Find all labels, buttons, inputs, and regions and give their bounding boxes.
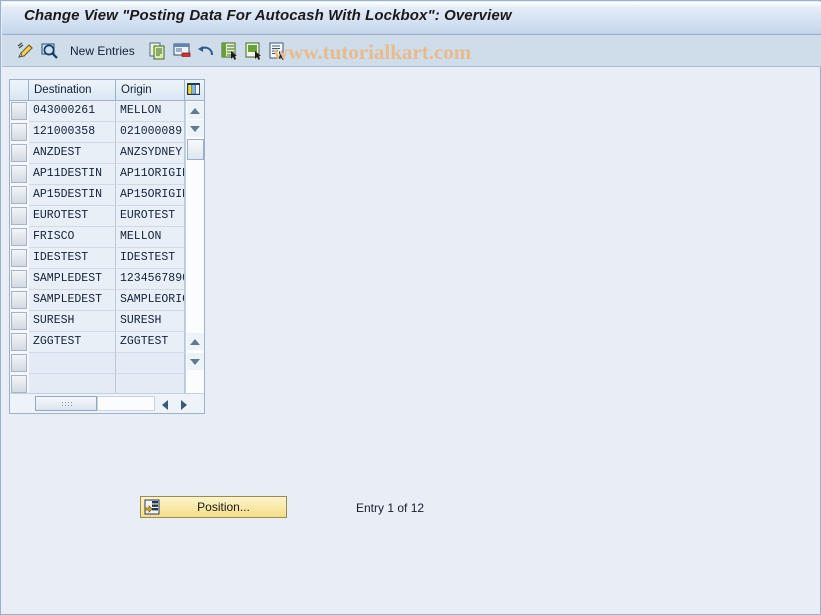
row-select-button[interactable] <box>11 249 27 267</box>
horizontal-scroll-thumb[interactable] <box>35 396 97 411</box>
row-select-button[interactable] <box>11 186 27 204</box>
cell-origin[interactable]: AP11ORIGIN <box>116 164 185 185</box>
table-row <box>10 353 185 374</box>
cell-destination[interactable] <box>29 374 116 393</box>
row-select-button[interactable] <box>11 312 27 330</box>
cell-destination[interactable]: 043000261 <box>29 101 116 122</box>
undo-icon[interactable] <box>197 42 215 60</box>
position-button[interactable]: Position... <box>140 496 287 518</box>
table-row <box>10 374 185 393</box>
entries-table: Destination Origin 043000261 MELLON 121000… <box>9 79 205 414</box>
table-row: SURESH SURESH <box>10 311 185 332</box>
row-select-button[interactable] <box>11 207 27 225</box>
cell-origin[interactable]: MELLON <box>116 101 185 122</box>
horizontal-scroll-track[interactable] <box>97 396 155 411</box>
cell-origin[interactable]: 021000089 <box>116 122 185 143</box>
entry-status-text: Entry 1 of 12 <box>356 501 425 515</box>
new-entries-button[interactable]: New Entries <box>70 44 135 58</box>
cell-destination[interactable] <box>29 353 116 374</box>
cell-destination[interactable]: 121000358 <box>29 122 116 143</box>
cell-origin[interactable]: ZGGTEST <box>116 332 185 353</box>
deselect-all-icon[interactable] <box>245 42 263 60</box>
cell-destination[interactable]: SAMPLEDEST <box>29 269 116 290</box>
cell-destination[interactable]: EUROTEST <box>29 206 116 227</box>
table-row: EUROTEST EUROTEST <box>10 206 185 227</box>
check-magnifier-icon[interactable] <box>41 42 59 60</box>
cell-destination[interactable]: SAMPLEDEST <box>29 290 116 311</box>
table-vertical-scrollbar[interactable] <box>185 101 204 393</box>
row-select-button[interactable] <box>11 102 27 120</box>
page-title: Change View "Posting Data For Autocash W… <box>24 7 512 24</box>
row-select-button[interactable] <box>11 291 27 309</box>
table-row: FRISCO MELLON <box>10 227 185 248</box>
scroll-down-button[interactable] <box>187 120 204 137</box>
table-row: IDESTEST IDESTEST <box>10 248 185 269</box>
cell-origin[interactable]: SAMPLEORIGIN <box>116 290 185 311</box>
cell-destination[interactable]: ANZDEST <box>29 143 116 164</box>
cell-destination[interactable]: AP15DESTIN <box>29 185 116 206</box>
table-row: ZGGTEST ZGGTEST <box>10 332 185 353</box>
delete-row-icon[interactable] <box>173 42 191 60</box>
sap-application-window: Change View "Posting Data For Autocash W… <box>0 0 821 615</box>
table-row: AP11DESTIN AP11ORIGIN <box>10 164 185 185</box>
scroll-page-down-button[interactable] <box>187 353 204 370</box>
table-row: SAMPLEDEST 1234567890 <box>10 269 185 290</box>
cell-origin[interactable]: AP15ORIGIN <box>116 185 185 206</box>
scroll-right-button[interactable] <box>177 396 194 411</box>
cell-destination[interactable]: IDESTEST <box>29 248 116 269</box>
scroll-page-up-button[interactable] <box>187 333 204 350</box>
row-select-button[interactable] <box>11 144 27 162</box>
table-select-all-corner[interactable] <box>10 80 29 101</box>
cell-origin[interactable]: ANZSYDNEY <box>116 143 185 164</box>
table-row: SAMPLEDESTSAMPLEORIGIN <box>10 290 185 311</box>
table-row: 043000261 MELLON <box>10 101 185 122</box>
row-select-button[interactable] <box>11 165 27 183</box>
table-row: ANZDEST ANZSYDNEY <box>10 143 185 164</box>
cell-destination[interactable]: ZGGTEST <box>29 332 116 353</box>
cell-destination[interactable]: AP11DESTIN <box>29 164 116 185</box>
window-title-bar: Change View "Posting Data For Autocash W… <box>2 2 821 35</box>
table-settings-icon[interactable] <box>185 80 204 101</box>
display-change-icon[interactable] <box>17 42 35 60</box>
table-header-row: Destination Origin <box>10 80 204 101</box>
scroll-left-button[interactable] <box>157 396 174 411</box>
select-all-icon[interactable] <box>221 42 239 60</box>
cell-origin[interactable]: MELLON <box>116 227 185 248</box>
position-button-label: Position... <box>197 500 250 514</box>
cell-origin[interactable]: SURESH <box>116 311 185 332</box>
cell-origin[interactable] <box>116 353 185 374</box>
table-horizontal-scrollbar[interactable] <box>10 393 204 413</box>
copy-icon[interactable] <box>149 42 167 60</box>
cell-destination[interactable]: FRISCO <box>29 227 116 248</box>
row-select-button[interactable] <box>11 333 27 351</box>
cell-origin[interactable]: IDESTEST <box>116 248 185 269</box>
row-select-button[interactable] <box>11 375 27 393</box>
row-select-button[interactable] <box>11 228 27 246</box>
cell-origin[interactable]: EUROTEST <box>116 206 185 227</box>
cell-destination[interactable]: SURESH <box>29 311 116 332</box>
scroll-thumb-grip <box>61 401 73 407</box>
scroll-up-button[interactable] <box>187 102 204 119</box>
application-toolbar: New Entries <box>2 35 821 67</box>
vertical-scroll-thumb[interactable] <box>187 139 204 160</box>
row-select-button[interactable] <box>11 270 27 288</box>
row-select-button[interactable] <box>11 354 27 372</box>
row-select-button[interactable] <box>11 123 27 141</box>
table-body: 043000261 MELLON 121000358 021000089 ANZDEST… <box>10 101 185 393</box>
cell-origin[interactable]: 1234567890 <box>116 269 185 290</box>
column-header-origin[interactable]: Origin <box>116 80 185 101</box>
column-header-destination[interactable]: Destination <box>29 80 116 101</box>
table-row: 121000358 021000089 <box>10 122 185 143</box>
table-row: AP15DESTIN AP15ORIGIN <box>10 185 185 206</box>
cell-origin[interactable] <box>116 374 185 393</box>
details-icon[interactable] <box>269 42 287 60</box>
